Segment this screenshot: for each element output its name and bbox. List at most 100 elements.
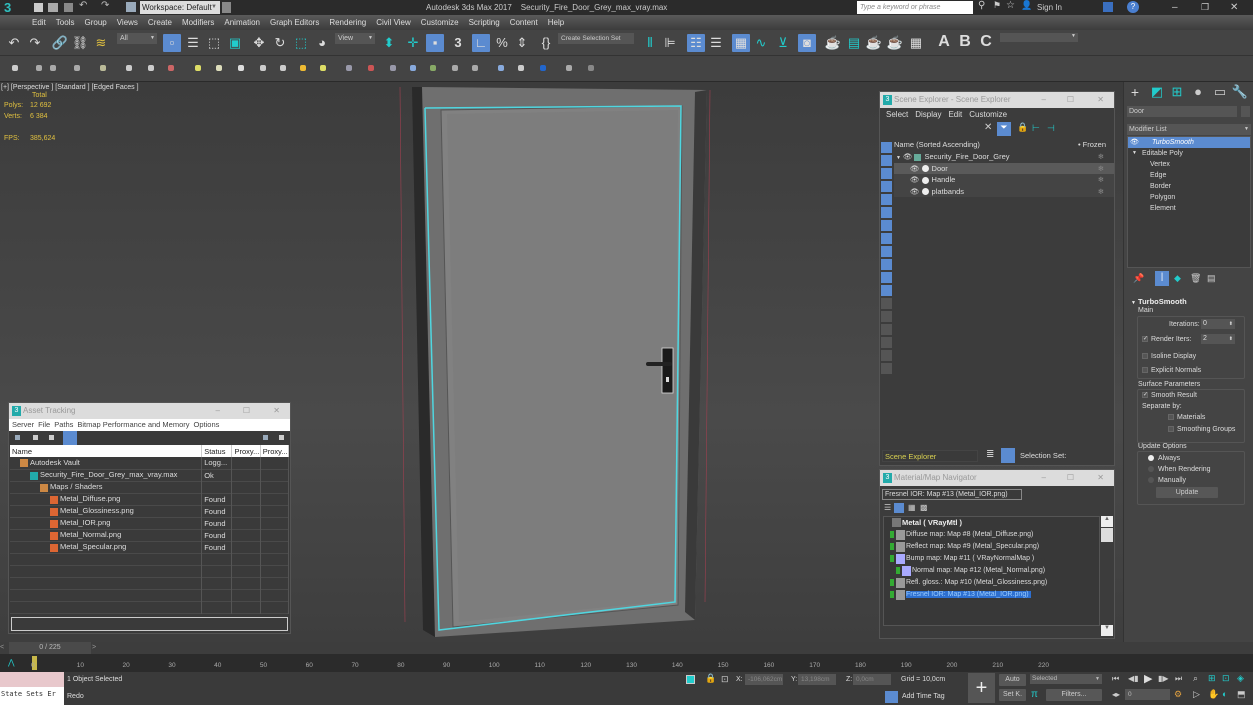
helpers-icon[interactable] — [126, 65, 132, 71]
asset-menu-bitmap-performance-and-memory[interactable]: Bitmap Performance and Memory — [77, 420, 189, 429]
frame-icon[interactable] — [566, 65, 572, 71]
lights-icon[interactable] — [74, 65, 80, 71]
lock-icon[interactable]: 🔒 — [1017, 122, 1028, 133]
pflow-icon[interactable] — [452, 65, 458, 71]
menu-civil-view[interactable]: Civil View — [371, 15, 416, 30]
name-column-header[interactable]: Name (Sorted Ascending) — [894, 140, 980, 149]
curve-editor-icon[interactable]: ∿ — [753, 35, 769, 51]
map-item[interactable]: Normal map: Map #12 (Metal_Normal.png) — [884, 565, 1099, 577]
restore-button[interactable]: ❐ — [1201, 0, 1209, 15]
map-item[interactable]: Fresnel IOR: Map #13 (Metal_IOR.png) — [884, 589, 1099, 601]
snap-3d-icon[interactable]: 3 — [450, 35, 466, 51]
view-large-icons-icon[interactable]: ▩ — [920, 503, 928, 512]
layer-hierarchy-icon[interactable]: ⊣ — [1047, 123, 1055, 134]
show-end-result-icon[interactable]: | — [1155, 271, 1169, 286]
goto-end-icon[interactable]: ⏭ — [1175, 674, 1182, 684]
y-coordinate-field[interactable]: 13,198cm — [798, 674, 836, 685]
selection-filter-dropdown[interactable]: All ▼ — [117, 33, 157, 44]
scene-item[interactable]: 👁 platbands ❄ — [894, 185, 1114, 197]
column-header-3[interactable]: Proxy... — [260, 445, 290, 457]
display-frozen-icon[interactable] — [881, 285, 892, 296]
sign-in-link[interactable]: Sign In — [1037, 0, 1062, 15]
map-item[interactable]: Refl. gloss.: Map #10 (Metal_Glossiness.… — [884, 577, 1099, 589]
visibility-eye-icon[interactable]: 👁 — [910, 164, 920, 173]
view-small-icons-icon[interactable]: ▦ — [908, 503, 916, 512]
app-logo-icon[interactable]: 3 — [4, 0, 22, 15]
maximize-button[interactable]: ☐ — [1067, 92, 1074, 108]
close-button[interactable]: ✕ — [1097, 92, 1104, 108]
rollout-header[interactable]: ▼ TurboSmooth — [1127, 296, 1251, 307]
custom-dropdown[interactable]: ▼ — [1000, 33, 1078, 42]
menu-rendering[interactable]: Rendering — [324, 15, 371, 30]
visibility-eye-icon[interactable]: 👁 — [910, 187, 920, 196]
schematic-view-icon[interactable]: ⊻ — [775, 35, 791, 51]
object-name-field[interactable]: Door — [1127, 106, 1237, 117]
state-sets-field[interactable]: State Sets Er — [0, 687, 64, 705]
workspace-dropdown[interactable]: Workspace: Default ▼ — [140, 1, 220, 14]
edit-named-sets-icon[interactable]: {} — [538, 35, 554, 51]
current-frame-field[interactable]: 0 — [1125, 689, 1170, 700]
menu-views[interactable]: Views — [112, 15, 143, 30]
x-coordinate-field[interactable]: -106,062cm — [745, 674, 783, 685]
close-button[interactable]: ✕ — [1097, 470, 1104, 486]
box-icon[interactable] — [195, 65, 201, 71]
zoom-extents-all-icon[interactable]: ◈ — [1237, 673, 1244, 684]
menu-scripting[interactable]: Scripting — [464, 15, 505, 30]
ribbon-toggle-icon[interactable]: ▦ — [732, 34, 750, 52]
chamfer-icon[interactable] — [472, 65, 478, 71]
display-cameras-icon[interactable] — [881, 181, 892, 192]
asset-tracking-titlebar[interactable]: 3 Asset Tracking – ☐ ✕ — [9, 403, 290, 419]
selection-set-icon[interactable] — [1001, 448, 1015, 463]
redo-icon[interactable]: ↷ — [27, 35, 43, 51]
asset-row[interactable]: Autodesk Vault Logg... — [10, 457, 290, 469]
spot-light-icon[interactable] — [320, 65, 326, 71]
next-key-icon[interactable]: ▮▶ — [1158, 674, 1169, 683]
next-frame-button[interactable]: > — [92, 642, 100, 654]
bend-icon[interactable] — [390, 65, 396, 71]
isoline-display-checkbox[interactable]: Isoline Display — [1142, 353, 1196, 360]
viewport-label[interactable]: [+] [Perspective ] [Standard ] [Edged Fa… — [1, 84, 139, 91]
move-icon[interactable]: ✥ — [251, 35, 267, 51]
add-time-tag-label[interactable]: Add Time Tag — [902, 693, 945, 700]
unlink-icon[interactable]: ⛓ — [72, 35, 89, 51]
material-navigator-titlebar[interactable]: 3 Material/Map Navigator – ☐ ✕ — [880, 470, 1114, 486]
display-lights-icon[interactable] — [881, 168, 892, 179]
explorer-name-field[interactable]: Scene Explorer — [882, 450, 978, 462]
view-list-icon[interactable]: ☰ — [884, 503, 891, 512]
orbit-icon[interactable]: ◐ — [1222, 689, 1227, 699]
asset-row[interactable]: Maps / Shaders — [10, 481, 290, 493]
select-by-name-icon[interactable]: ☰ — [185, 35, 201, 51]
scene-item[interactable]: ▼ 👁 Security_Fire_Door_Grey ❄ — [894, 151, 1114, 163]
align-icon[interactable]: ⊫ — [662, 35, 678, 51]
omni-light-icon[interactable] — [300, 65, 306, 71]
layer-explorer-icon[interactable]: ☰ — [708, 35, 724, 51]
display-shapes-icon[interactable] — [881, 155, 892, 166]
render-iters-spinner[interactable]: 2 ⬍ — [1201, 334, 1235, 344]
menu-animation[interactable]: Animation — [219, 15, 265, 30]
scroll-thumb[interactable] — [1101, 528, 1113, 542]
select-manipulate-icon[interactable]: ✛ — [405, 35, 421, 51]
menu-create[interactable]: Create — [143, 15, 177, 30]
map-item[interactable]: Reflect map: Map #9 (Metal_Specular.png) — [884, 541, 1099, 553]
scroll-down-icon[interactable]: ▼ — [1101, 625, 1113, 636]
mini-curve-editor-icon[interactable]: ⋀ — [8, 658, 15, 667]
redo-icon[interactable]: ↷ — [101, 0, 109, 11]
maxscript-listener[interactable] — [0, 672, 64, 687]
maximize-button[interactable]: ☐ — [243, 403, 250, 419]
update-option-radio[interactable]: Manually — [1148, 475, 1211, 486]
clear-filter-icon[interactable]: ✕ — [984, 122, 992, 133]
asset-menu-paths[interactable]: Paths — [54, 420, 73, 429]
hierarchy-tab-icon[interactable]: ⊞ — [1169, 84, 1185, 100]
iterations-spinner[interactable]: 0 ⬍ — [1201, 319, 1235, 329]
geometry-icon[interactable] — [12, 65, 18, 71]
window-crossing-icon[interactable]: ▣ — [227, 35, 243, 51]
view-list-icon[interactable] — [33, 435, 38, 440]
explorer-menu-customize[interactable]: Customize — [969, 110, 1007, 119]
space-warps-icon[interactable] — [148, 65, 154, 71]
selection-lock-icon[interactable]: 🔒 — [705, 673, 716, 684]
menu-edit[interactable]: Edit — [27, 15, 51, 30]
project-folder-icon[interactable] — [126, 2, 136, 12]
rotate-icon[interactable]: ↻ — [272, 35, 288, 51]
asset-path-field[interactable] — [11, 617, 288, 631]
absolute-mode-icon[interactable]: ⊡ — [721, 674, 729, 685]
